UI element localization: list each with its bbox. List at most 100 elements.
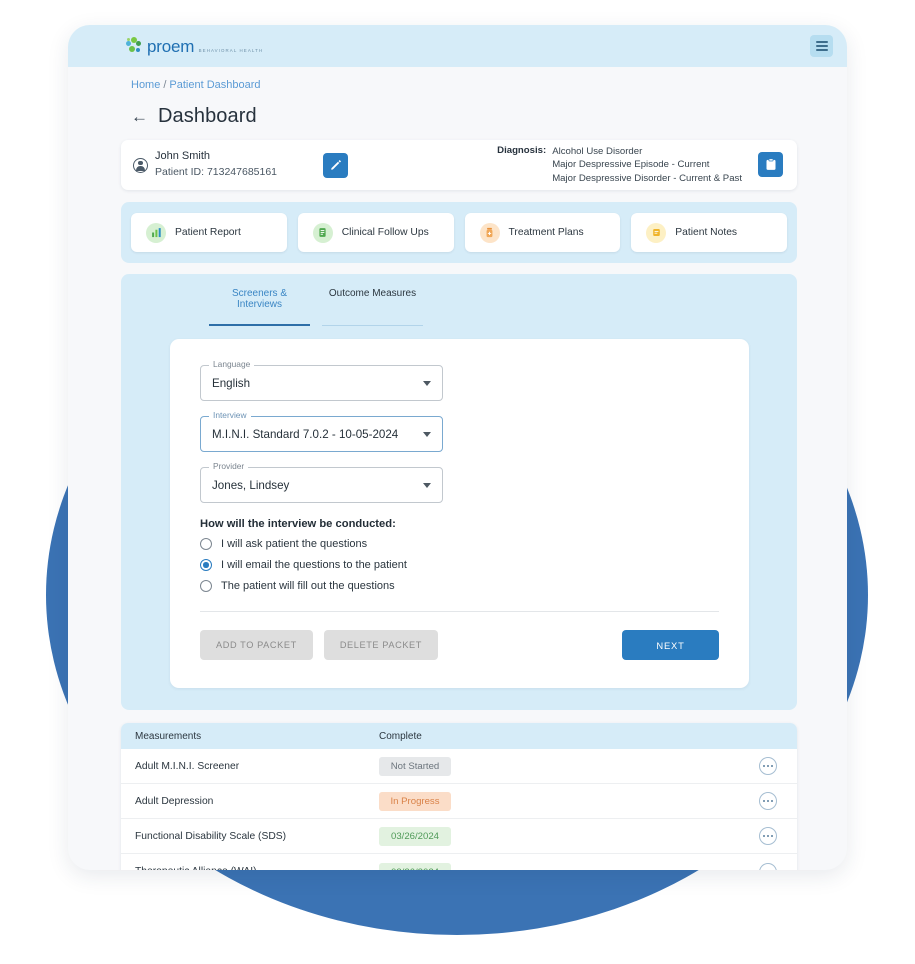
table-row: Functional Disability Scale (SDS) 03/26/… bbox=[121, 819, 797, 854]
user-avatar-icon bbox=[133, 157, 148, 173]
measurement-status: Not Started bbox=[379, 756, 559, 776]
radio-icon[interactable] bbox=[200, 580, 212, 592]
measurement-name: Functional Disability Scale (SDS) bbox=[135, 830, 287, 842]
app-window: proem behavioral health Home / Patient Das… bbox=[68, 25, 847, 870]
conduct-question-label: How will the interview be conducted: bbox=[200, 518, 396, 530]
measurement-name: Adult M.I.N.I. Screener bbox=[135, 760, 240, 772]
more-options-icon[interactable] bbox=[759, 792, 777, 810]
measurements-table: Measurements Complete Adult M.I.N.I. Scr… bbox=[121, 723, 797, 870]
note-pencil-glyph bbox=[652, 229, 660, 236]
diagnosis-item: Major Despressive Disorder - Current & P… bbox=[552, 172, 742, 184]
radio-icon[interactable] bbox=[200, 538, 212, 550]
form-actions: ADD TO PACKET DELETE PACKET NEXT bbox=[200, 630, 719, 660]
brand-logo: proem behavioral health bbox=[126, 36, 264, 56]
breadcrumb-separator: / bbox=[163, 79, 167, 91]
patient-identity: John Smith Patient ID: 713247685161 bbox=[133, 149, 277, 180]
diagnosis-label: Diagnosis: bbox=[497, 144, 547, 156]
status-badge: Not Started bbox=[379, 757, 451, 776]
clipboard-icon[interactable] bbox=[758, 152, 783, 178]
screenshot-stage: proem behavioral health Home / Patient Das… bbox=[0, 0, 915, 964]
language-legend: Language bbox=[209, 359, 255, 369]
more-options-icon[interactable] bbox=[759, 862, 777, 870]
pencil-edit-icon[interactable] bbox=[323, 152, 349, 178]
pill-bottle-glyph bbox=[486, 227, 493, 238]
diagnosis-list: Alcohol Use Disorder Major Despressive E… bbox=[552, 145, 742, 186]
table-row: Adult M.I.N.I. Screener Not Started bbox=[121, 749, 797, 784]
radio-option-ask-patient[interactable]: I will ask patient the questions bbox=[200, 538, 719, 550]
tab-label: Screeners & Interviews bbox=[231, 288, 288, 310]
radio-option-patient-fills[interactable]: The patient will fill out the questions bbox=[200, 580, 719, 592]
column-header-complete: Complete bbox=[379, 730, 422, 742]
breadcrumb-current[interactable]: Patient Dashboard bbox=[169, 79, 260, 91]
interview-form-card: Language English Interview M.I.N.I. Stan… bbox=[170, 339, 749, 688]
diagnosis-block: Diagnosis: Alcohol Use Disorder Major De… bbox=[497, 145, 783, 186]
chevron-down-icon bbox=[423, 380, 431, 386]
table-header-row: Measurements Complete bbox=[121, 723, 797, 749]
screeners-panel: Screeners & Interviews Outcome Measures … bbox=[121, 274, 797, 710]
add-to-packet-button[interactable]: ADD TO PACKET bbox=[200, 630, 313, 660]
quick-card-clinical-follow-ups[interactable]: Clinical Follow Ups bbox=[297, 213, 454, 252]
hamburger-menu-icon[interactable] bbox=[810, 35, 833, 57]
chevron-down-icon bbox=[423, 482, 431, 488]
next-button[interactable]: NEXT bbox=[622, 630, 719, 660]
breadcrumb: Home / Patient Dashboard bbox=[68, 67, 847, 95]
bar-chart-icon bbox=[146, 222, 166, 243]
language-select[interactable]: Language English bbox=[200, 359, 443, 401]
status-badge: 03/26/2024 bbox=[379, 862, 451, 870]
patient-summary-card: John Smith Patient ID: 713247685161 Diag… bbox=[121, 140, 797, 190]
tab-screeners-interviews[interactable]: Screeners & Interviews bbox=[209, 288, 310, 326]
provider-legend: Provider bbox=[209, 461, 249, 471]
breadcrumb-home[interactable]: Home bbox=[131, 79, 160, 91]
page-title: Dashboard bbox=[158, 105, 257, 127]
radio-icon-selected[interactable] bbox=[200, 559, 212, 571]
radio-option-email-patient[interactable]: I will email the questions to the patien… bbox=[200, 559, 719, 571]
status-badge: In Progress bbox=[379, 792, 451, 811]
quick-card-patient-notes[interactable]: Patient Notes bbox=[631, 213, 787, 252]
quick-links-bar: Patient Report Clinical Follow Ups Treat… bbox=[121, 202, 797, 263]
provider-select[interactable]: Provider Jones, Lindsey bbox=[200, 461, 443, 503]
patient-id: Patient ID: 713247685161 bbox=[155, 166, 278, 179]
delete-packet-button[interactable]: DELETE PACKET bbox=[323, 630, 438, 660]
tab-outcome-measures[interactable]: Outcome Measures bbox=[322, 288, 423, 326]
measurement-name: Adult Depression bbox=[135, 795, 214, 807]
bar-chart-glyph bbox=[151, 228, 161, 238]
quick-card-treatment-plans[interactable]: Treatment Plans bbox=[464, 213, 621, 252]
quick-card-label: Treatment Plans bbox=[508, 227, 584, 238]
chevron-down-icon bbox=[423, 431, 431, 437]
pencil-glyph bbox=[330, 159, 341, 170]
interview-legend: Interview bbox=[209, 410, 251, 420]
clipboard-list-glyph bbox=[319, 228, 326, 237]
language-value: English bbox=[212, 376, 251, 390]
brand-tagline: behavioral health bbox=[198, 47, 264, 53]
interview-select[interactable]: Interview M.I.N.I. Standard 7.0.2 - 10-0… bbox=[200, 410, 443, 452]
note-pencil-icon bbox=[646, 222, 667, 243]
diagnosis-item: Alcohol Use Disorder bbox=[552, 145, 643, 157]
brand-name: proem bbox=[147, 36, 195, 56]
measurement-status: 03/26/2024 bbox=[379, 826, 559, 846]
proem-leaf-icon bbox=[126, 36, 143, 54]
radio-label: I will ask patient the questions bbox=[221, 538, 368, 550]
clipboard-glyph bbox=[766, 158, 775, 171]
form-divider bbox=[200, 611, 719, 612]
quick-card-label: Patient Report bbox=[175, 227, 241, 238]
patient-name: John Smith bbox=[155, 150, 211, 163]
radio-label: I will email the questions to the patien… bbox=[221, 559, 407, 571]
measurement-name: Theropeutic Alliance (WAI) bbox=[121, 866, 379, 870]
measurement-status: 03/26/2024 bbox=[379, 862, 559, 870]
column-header-measurements: Measurements bbox=[135, 730, 202, 742]
more-options-icon[interactable] bbox=[759, 827, 777, 845]
clipboard-list-icon bbox=[312, 222, 333, 243]
back-arrow-icon[interactable]: ← bbox=[131, 108, 148, 125]
panel-tabs: Screeners & Interviews Outcome Measures bbox=[121, 288, 797, 326]
quick-card-patient-report[interactable]: Patient Report bbox=[131, 213, 287, 252]
tab-label: Outcome Measures bbox=[328, 288, 417, 299]
radio-label: The patient will fill out the questions bbox=[221, 580, 395, 592]
table-row: Theropeutic Alliance (WAI) 03/26/2024 bbox=[121, 854, 797, 870]
table-row: Adult Depression In Progress bbox=[121, 784, 797, 819]
provider-value: Jones, Lindsey bbox=[212, 478, 290, 492]
diagnosis-item: Major Despressive Episode - Current bbox=[552, 159, 710, 171]
quick-card-label: Patient Notes bbox=[675, 227, 738, 238]
more-options-icon[interactable] bbox=[759, 757, 777, 775]
page-title-row: ← Dashboard bbox=[68, 95, 847, 138]
quick-card-label: Clinical Follow Ups bbox=[341, 227, 429, 238]
